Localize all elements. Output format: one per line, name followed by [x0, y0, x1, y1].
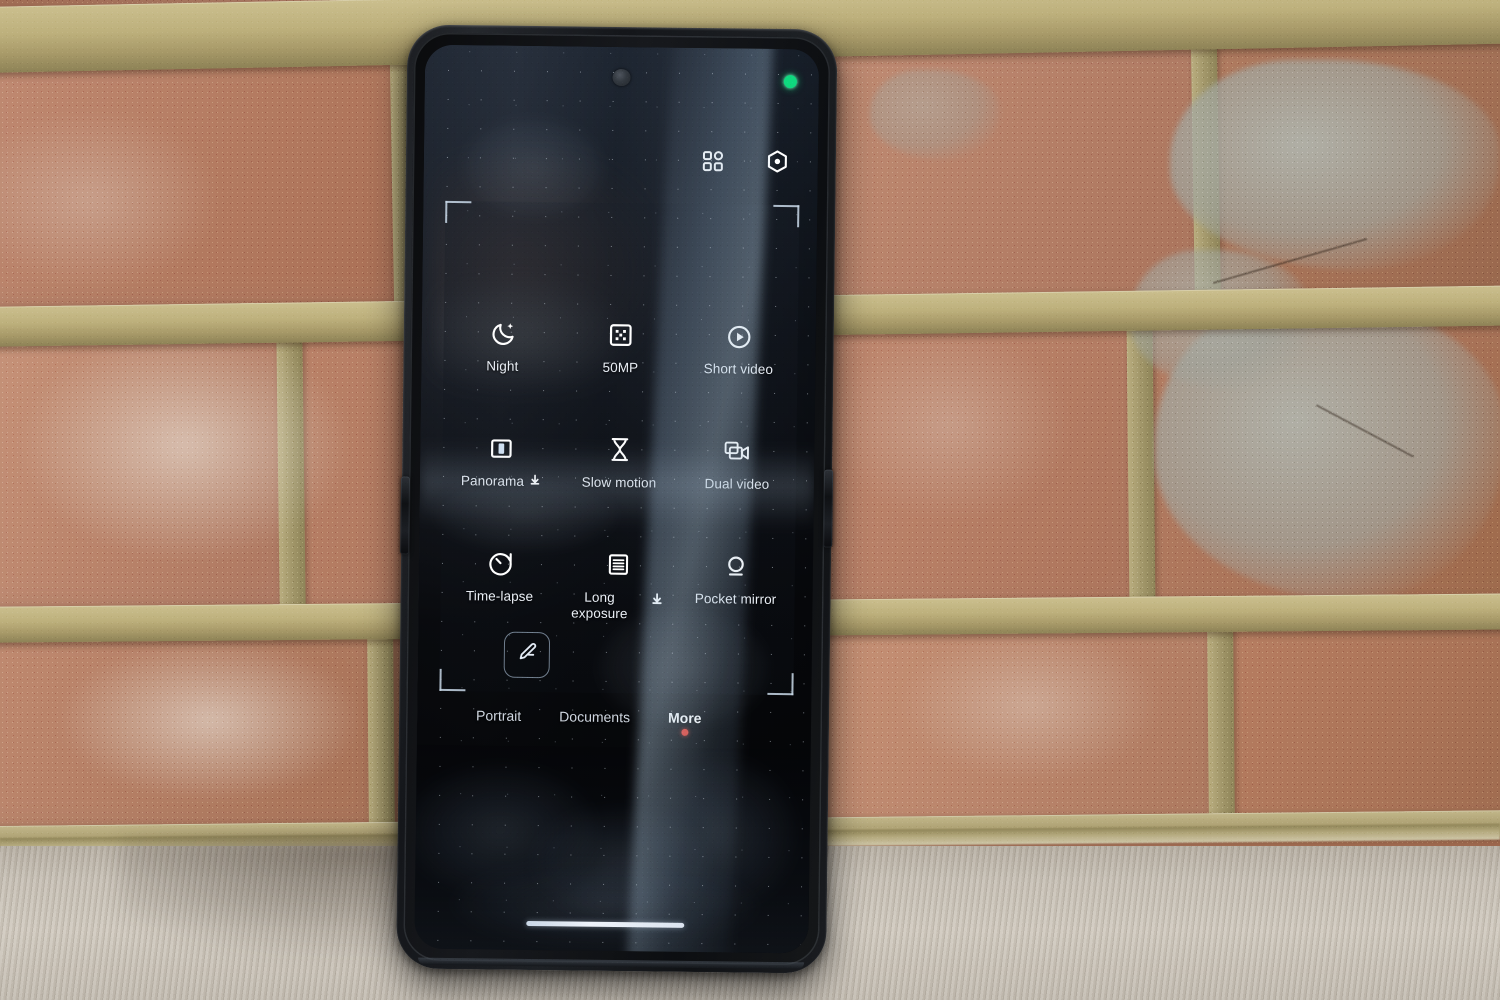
moon-icon — [489, 319, 516, 347]
panel-corner-bracket — [445, 200, 472, 223]
edit-modes-button[interactable] — [503, 631, 551, 679]
panel-corner-bracket — [773, 204, 800, 228]
mode-night[interactable]: Night — [443, 319, 562, 375]
mode-time-lapse[interactable]: Time-lapse — [440, 549, 559, 621]
scene-photograph: Night 50MP Time-lapse Long exposure mirr… — [0, 0, 1500, 1000]
mode-label: Time-lapse — [465, 588, 534, 604]
camera-privacy-indicator-dot — [783, 75, 797, 89]
smartphone-device: Night 50MP Time-lapse Long exposure mirr… — [396, 24, 838, 974]
efflorescence — [60, 640, 360, 800]
efflorescence — [830, 330, 1070, 520]
pencil-icon — [515, 641, 538, 669]
weathered-patch — [870, 70, 1000, 160]
panel-corner-bracket — [439, 668, 466, 692]
tab-label: Documents — [559, 708, 631, 726]
high-res-icon — [608, 321, 634, 349]
brick — [1215, 618, 1500, 828]
front-camera-punch-hole — [612, 68, 631, 87]
panel-corner-bracket — [767, 673, 794, 696]
tab-portrait[interactable]: Portrait — [457, 707, 540, 724]
mortar-joint — [1207, 615, 1235, 829]
document-lines-icon — [605, 551, 630, 579]
mortar-joint — [367, 623, 395, 831]
stopwatch-icon — [486, 549, 513, 577]
mode-label: 50MP — [602, 359, 639, 376]
hinge-notch-right — [823, 469, 834, 548]
efflorescence — [20, 330, 350, 560]
efflorescence — [900, 630, 1160, 780]
hinge-notch-left — [400, 476, 411, 555]
settings-hexagon-icon[interactable] — [765, 149, 790, 174]
mode-label: Night — [486, 358, 519, 374]
tab-label: Portrait — [476, 707, 522, 724]
phone-screen: Night 50MP Time-lapse Long exposure mirr… — [414, 44, 820, 954]
